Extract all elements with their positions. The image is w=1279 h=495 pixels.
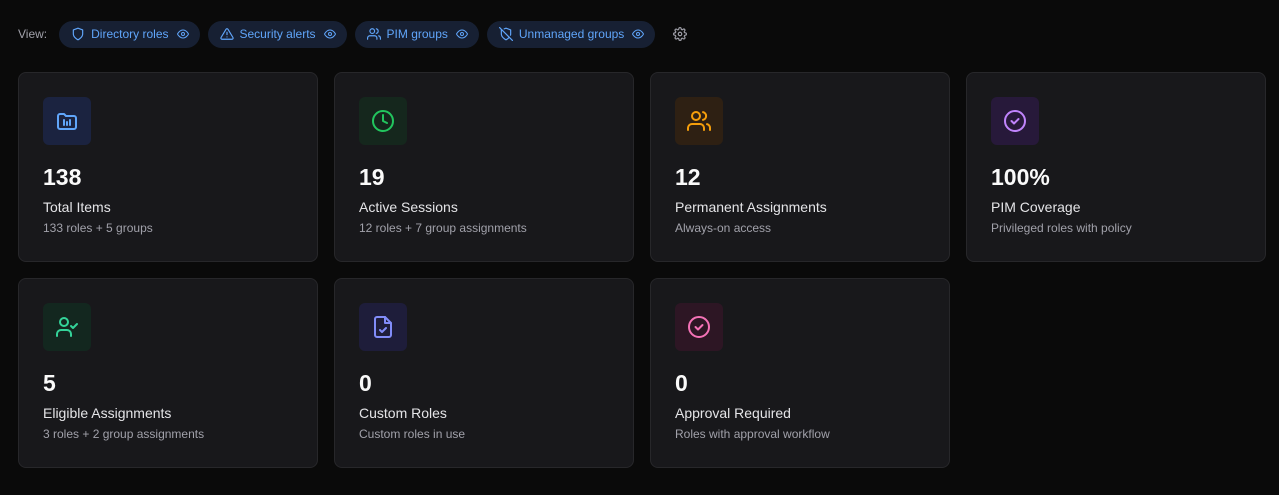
user-check-icon [55,315,79,339]
card-title: Custom Roles [359,405,447,421]
metric-value: 0 [359,370,372,396]
folder-chart-icon [55,109,79,133]
metric-value: 100% [991,164,1050,190]
stats-grid: 138 Total Items 133 roles + 5 groups 19 … [18,72,1266,468]
file-check-icon [371,315,395,339]
users-icon [366,27,381,41]
stat-card-pim-coverage[interactable]: 100% PIM Coverage Privileged roles with … [966,72,1266,262]
icon-box [43,303,91,351]
stat-card-eligible-assignments[interactable]: 5 Eligible Assignments 3 roles + 2 group… [18,278,318,468]
chip-directory-roles[interactable]: Directory roles [59,20,200,48]
chip-label: Unmanaged groups [518,27,625,41]
card-subtitle: 3 roles + 2 group assignments [43,427,205,441]
eye-icon[interactable] [632,28,645,40]
card-title: Approval Required [675,405,791,421]
stat-card-permanent-assignments[interactable]: 12 Permanent Assignments Always-on acces… [650,72,950,262]
check-circle-icon [1003,109,1027,133]
stat-card-approval-required[interactable]: 0 Approval Required Roles with approval … [650,278,950,468]
chip-label: PIM groups [386,27,448,41]
clock-icon [371,109,395,133]
icon-box [43,97,91,145]
card-title: PIM Coverage [991,199,1081,215]
gear-icon[interactable] [673,27,688,41]
eye-icon[interactable] [176,28,189,40]
metric-value: 19 [359,164,385,190]
chip-label: Directory roles [91,27,169,41]
stat-card-total-items[interactable]: 138 Total Items 133 roles + 5 groups [18,72,318,262]
card-title: Total Items [43,199,111,215]
metric-value: 138 [43,164,82,190]
card-title: Eligible Assignments [43,405,172,421]
icon-box [359,303,407,351]
card-subtitle: 12 roles + 7 group assignments [359,221,527,235]
card-subtitle: Always-on access [675,221,772,235]
shield-icon [71,27,85,41]
card-title: Permanent Assignments [675,199,827,215]
card-title: Active Sessions [359,199,458,215]
chip-pim-groups[interactable]: PIM groups [354,20,479,48]
users-icon [687,109,711,133]
icon-box [675,303,723,351]
eye-icon[interactable] [455,28,468,40]
card-subtitle: Privileged roles with policy [991,221,1132,235]
metric-value: 12 [675,164,701,190]
stat-card-active-sessions[interactable]: 19 Active Sessions 12 roles + 7 group as… [334,72,634,262]
chip-unmanaged-groups[interactable]: Unmanaged groups [486,20,656,48]
eye-icon[interactable] [323,28,336,40]
metric-value: 0 [675,370,688,396]
shield-off-icon [498,27,513,41]
metric-value: 5 [43,370,56,396]
view-label: View: [18,27,48,41]
icon-box [359,97,407,145]
chip-security-alerts[interactable]: Security alerts [207,20,347,48]
view-filter-bar: View: Directory roles Security alerts PI… [18,20,688,48]
check-circle-icon [687,315,711,339]
card-subtitle: Roles with approval workflow [675,427,830,441]
card-subtitle: 133 roles + 5 groups [43,221,153,235]
chip-label: Security alerts [239,27,316,41]
card-subtitle: Custom roles in use [359,427,466,441]
alert-triangle-icon [219,27,234,41]
icon-box [675,97,723,145]
stat-card-custom-roles[interactable]: 0 Custom Roles Custom roles in use [334,278,634,468]
icon-box [991,97,1039,145]
